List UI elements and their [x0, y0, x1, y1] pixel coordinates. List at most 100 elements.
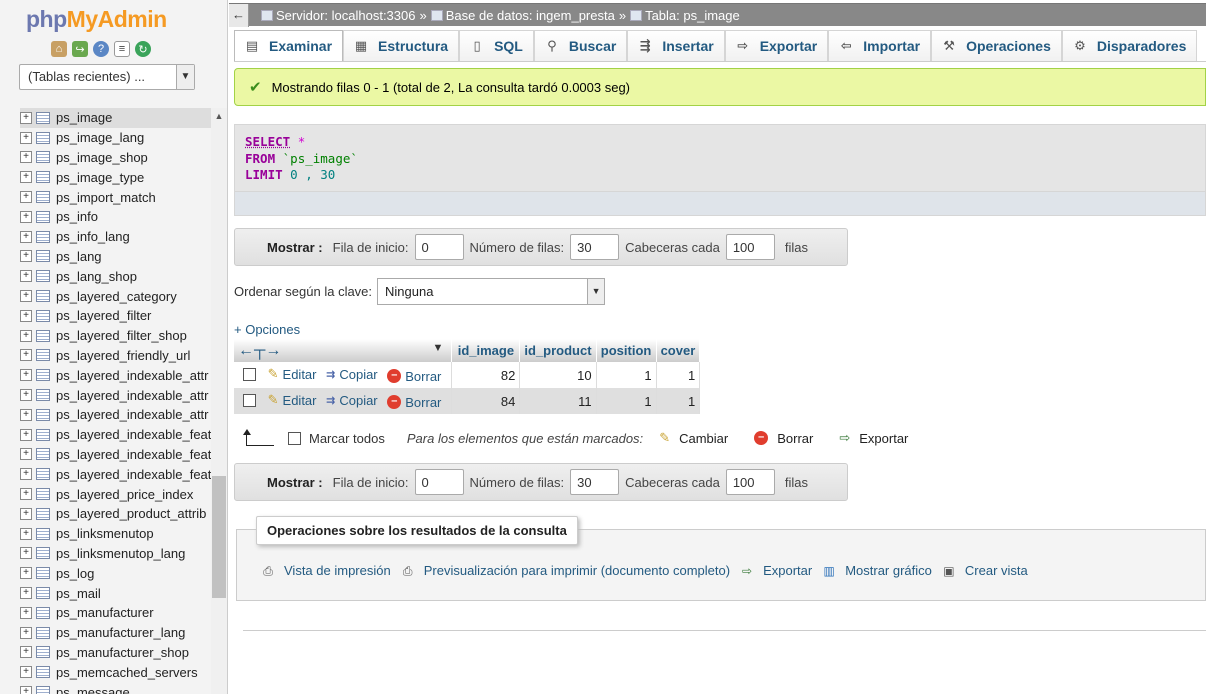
- expand-icon[interactable]: +: [20, 230, 32, 243]
- sidebar-item-label[interactable]: ps_layered_category: [56, 289, 177, 304]
- scrollbar-thumb[interactable]: [212, 476, 226, 598]
- expand-icon[interactable]: +: [20, 428, 32, 441]
- expand-icon[interactable]: +: [20, 111, 32, 124]
- expand-icon[interactable]: +: [20, 329, 32, 342]
- sidebar-item-label[interactable]: ps_layered_filter_shop: [56, 328, 187, 343]
- expand-icon[interactable]: +: [20, 686, 32, 694]
- headers-every-input[interactable]: [725, 234, 775, 260]
- expand-icon[interactable]: +: [20, 309, 32, 322]
- sidebar-item-label[interactable]: ps_linksmenutop: [56, 526, 154, 541]
- tab-structure[interactable]: ▦ Estructura: [343, 30, 460, 61]
- check-all-label[interactable]: Marcar todos: [309, 431, 385, 446]
- sidebar-item-table[interactable]: + ps_message: [20, 682, 212, 694]
- sidebar-item-label[interactable]: ps_image: [56, 110, 112, 125]
- sidebar-item-table[interactable]: + ps_lang: [20, 247, 212, 267]
- start-row-input[interactable]: [414, 234, 464, 260]
- sidebar-item-table[interactable]: + ps_layered_indexable_feat: [20, 445, 212, 465]
- delete-button[interactable]: – Borrar: [387, 395, 441, 410]
- print-full-link[interactable]: ⎙ Previsualización para imprimir (documen…: [400, 563, 730, 578]
- sidebar-item-table[interactable]: + ps_layered_product_attrib: [20, 504, 212, 524]
- column-header-id-image[interactable]: id_image: [451, 339, 521, 362]
- sidebar-item-label[interactable]: ps_layered_product_attrib: [56, 506, 206, 521]
- expand-icon[interactable]: +: [20, 587, 32, 600]
- sort-dropdown-icon[interactable]: ▼: [433, 342, 444, 354]
- column-header-position[interactable]: position: [596, 339, 657, 362]
- sidebar-item-label[interactable]: ps_layered_friendly_url: [56, 348, 190, 363]
- cell-id-product[interactable]: 10: [519, 362, 597, 388]
- sidebar-item-label[interactable]: ps_mail: [56, 586, 101, 601]
- home-icon[interactable]: ⌂: [51, 41, 67, 57]
- expand-icon[interactable]: +: [20, 507, 32, 520]
- rows-count-input[interactable]: [570, 234, 620, 260]
- sidebar-item-table[interactable]: + ps_image_type: [20, 167, 212, 187]
- column-header-cover[interactable]: cover: [656, 339, 701, 362]
- sidebar-item-label[interactable]: ps_layered_indexable_feat: [56, 447, 211, 462]
- cell-id-product[interactable]: 11: [519, 388, 597, 414]
- expand-icon[interactable]: +: [20, 448, 32, 461]
- sidebar-item-table[interactable]: + ps_layered_price_index: [20, 484, 212, 504]
- sidebar-item-label[interactable]: ps_layered_indexable_attr: [56, 388, 209, 403]
- sidebar-item-table[interactable]: + ps_memcached_servers: [20, 662, 212, 682]
- copy-button[interactable]: ⇉ Copiar: [326, 367, 378, 382]
- cell-position[interactable]: 1: [596, 388, 657, 414]
- expand-icon[interactable]: +: [20, 606, 32, 619]
- expand-icon[interactable]: +: [20, 666, 32, 679]
- sidebar-item-label[interactable]: ps_import_match: [56, 190, 156, 205]
- tab-import[interactable]: ⇦ Importar: [828, 30, 932, 61]
- expand-icon[interactable]: +: [20, 389, 32, 402]
- sidebar-item-table[interactable]: + ps_layered_indexable_feat: [20, 464, 212, 484]
- sidebar-item-table[interactable]: + ps_manufacturer_lang: [20, 623, 212, 643]
- expand-icon[interactable]: +: [20, 191, 32, 204]
- reload-icon[interactable]: ↻: [135, 41, 151, 57]
- expand-icon[interactable]: +: [20, 349, 32, 362]
- sidebar-item-label[interactable]: ps_log: [56, 566, 94, 581]
- breadcrumb-server[interactable]: Servidor: localhost:3306: [276, 8, 415, 23]
- tab-browse[interactable]: ▤ Examinar: [234, 30, 344, 61]
- show-chart-link[interactable]: ▥ Mostrar gráfico: [821, 563, 932, 578]
- headers-every-input[interactable]: [725, 469, 775, 495]
- sidebar-item-label[interactable]: ps_memcached_servers: [56, 665, 198, 680]
- sidebar-item-label[interactable]: ps_layered_indexable_feat: [56, 427, 211, 442]
- sidebar-item-table[interactable]: + ps_manufacturer: [20, 603, 212, 623]
- row-checkbox[interactable]: [243, 368, 256, 382]
- sidebar-item-table[interactable]: + ps_layered_filter: [20, 306, 212, 326]
- sidebar-item-label[interactable]: ps_image_lang: [56, 130, 144, 145]
- breadcrumb-database[interactable]: Base de datos: ingem_presta: [446, 8, 615, 23]
- sidebar-item-table[interactable]: + ps_import_match: [20, 187, 212, 207]
- help-icon[interactable]: ?: [93, 41, 109, 57]
- tab-triggers[interactable]: ⚙ Disparadores: [1061, 30, 1198, 61]
- recent-tables-select[interactable]: (Tablas recientes) ... ▼: [19, 64, 195, 90]
- tab-search[interactable]: ⚲ Buscar: [533, 30, 628, 61]
- expand-icon[interactable]: +: [20, 151, 32, 164]
- copy-button[interactable]: ⇉ Copiar: [326, 393, 378, 408]
- sidebar-item-label[interactable]: ps_linksmenutop_lang: [56, 546, 185, 561]
- tab-insert[interactable]: ⇶ Insertar: [627, 30, 725, 61]
- expand-icon[interactable]: +: [20, 270, 32, 283]
- scroll-up-icon[interactable]: ▲: [211, 108, 227, 124]
- expand-icon[interactable]: +: [20, 250, 32, 263]
- create-view-link[interactable]: ▣ Crear vista: [941, 563, 1028, 578]
- sidebar-item-table[interactable]: + ps_layered_indexable_feat: [20, 425, 212, 445]
- sidebar-item-label[interactable]: ps_image_shop: [56, 150, 148, 165]
- sidebar-item-table[interactable]: + ps_image_lang: [20, 128, 212, 148]
- tab-sql[interactable]: ▯ SQL: [459, 30, 534, 61]
- expand-icon[interactable]: +: [20, 210, 32, 223]
- nav-scrollbar[interactable]: ▲: [211, 108, 227, 694]
- sort-key-select[interactable]: Ninguna ▼: [377, 278, 606, 305]
- breadcrumb-table[interactable]: Tabla: ps_image: [645, 8, 740, 23]
- bulk-export-button[interactable]: ⇨ Exportar: [839, 430, 908, 446]
- sidebar-item-label[interactable]: ps_info_lang: [56, 229, 130, 244]
- edit-button[interactable]: ✎ Editar: [268, 392, 317, 408]
- sidebar-item-label[interactable]: ps_info: [56, 209, 98, 224]
- documentation-icon[interactable]: ≡: [114, 41, 130, 57]
- collapse-nav-button[interactable]: ←: [229, 3, 249, 27]
- cell-cover[interactable]: 1: [656, 362, 701, 388]
- expand-icon[interactable]: +: [20, 171, 32, 184]
- cell-position[interactable]: 1: [596, 362, 657, 388]
- logout-icon[interactable]: ↪: [72, 41, 88, 57]
- sql-select-keyword[interactable]: SELECT: [245, 134, 290, 149]
- delete-button[interactable]: – Borrar: [387, 369, 441, 384]
- sidebar-item-label[interactable]: ps_layered_indexable_feat: [56, 467, 211, 482]
- tab-export[interactable]: ⇨ Exportar: [724, 30, 829, 61]
- sidebar-item-label[interactable]: ps_lang: [56, 249, 102, 264]
